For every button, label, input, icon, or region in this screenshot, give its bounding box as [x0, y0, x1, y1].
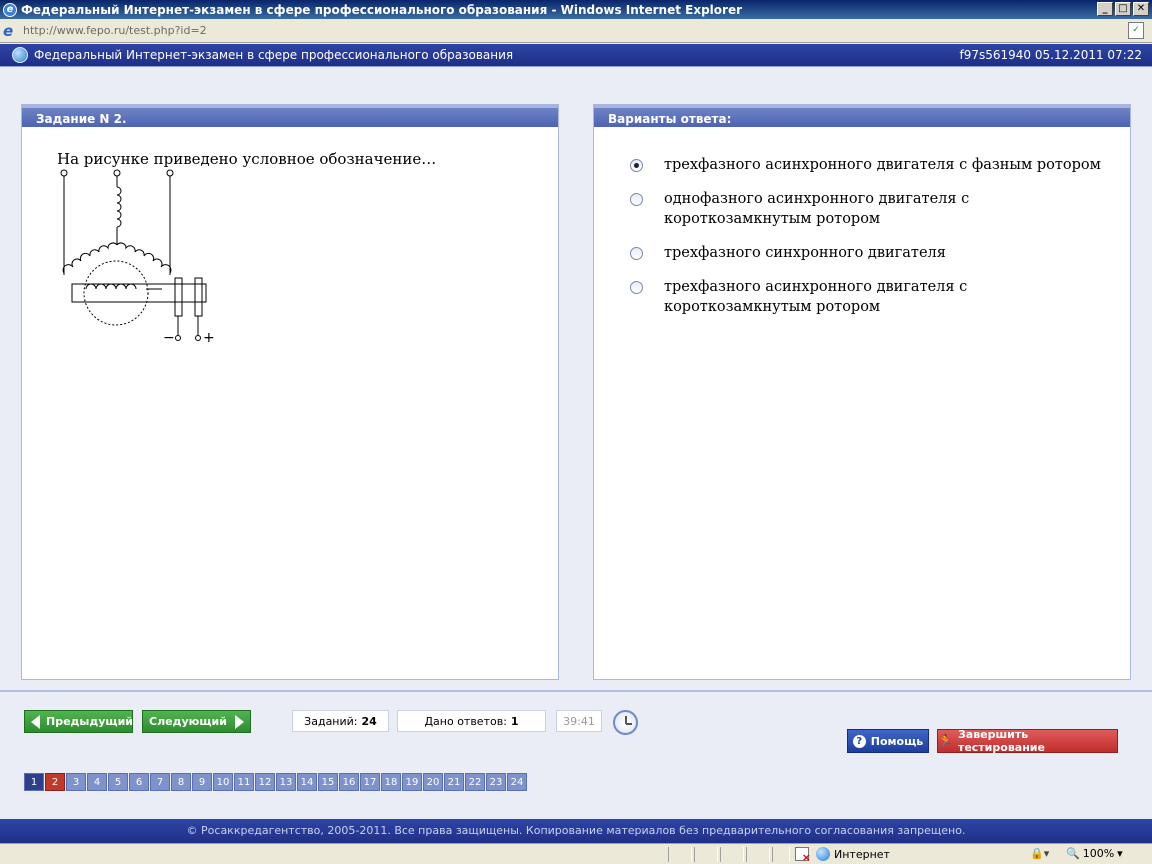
zoom-dropdown-icon: ▾ — [1117, 847, 1123, 860]
page-button[interactable]: 22 — [465, 773, 485, 791]
zoom-level: 100% — [1082, 847, 1115, 860]
status-bar: Интернет 🔒▾ 🔍 100% ▾ — [0, 843, 1152, 864]
window-titlebar: e Федеральный Интернет-экзамен в сфере п… — [0, 0, 1152, 19]
next-label: Следующий — [149, 715, 227, 728]
tasks-label: Заданий: — [304, 714, 358, 728]
page-button[interactable]: 14 — [297, 773, 317, 791]
help-button[interactable]: ? Помощь — [847, 729, 929, 753]
page-button[interactable]: 7 — [150, 773, 170, 791]
protected-mode-dropdown[interactable]: 🔒▾ — [1030, 847, 1049, 860]
site-title: Федеральный Интернет-экзамен в сфере про… — [34, 48, 514, 62]
page-button-current[interactable]: 2 — [45, 773, 65, 791]
finish-test-button[interactable]: 🏃 Завершить тестирование — [937, 728, 1118, 754]
tasks-value: 24 — [361, 714, 377, 728]
prev-button[interactable]: Предыдущий — [24, 710, 133, 733]
page-button[interactable]: 16 — [339, 773, 359, 791]
maximize-button[interactable]: □ — [1115, 2, 1131, 16]
page-button[interactable]: 17 — [360, 773, 380, 791]
answer-option-label: трехфазного асинхронного двигателя с фаз… — [664, 157, 1101, 173]
page-button[interactable]: 1 — [24, 773, 44, 791]
status-segment — [720, 847, 744, 862]
page-button[interactable]: 4 — [87, 773, 107, 791]
page-button[interactable]: 8 — [171, 773, 191, 791]
radio-icon[interactable] — [630, 247, 643, 260]
timer: 39:41 — [556, 710, 602, 732]
answers-given-label: Дано ответов: — [424, 714, 507, 728]
page-button[interactable]: 15 — [318, 773, 338, 791]
question-pager: 1 2 3 4 5 6 7 8 9 10 11 12 13 14 15 16 1… — [24, 773, 527, 791]
site-header: Федеральный Интернет-экзамен в сфере про… — [0, 44, 1152, 67]
copyright-footer: © Росаккредагентство, 2005-2011. Все пра… — [0, 819, 1152, 843]
page-button[interactable]: 9 — [192, 773, 212, 791]
page-button[interactable]: 24 — [507, 773, 527, 791]
status-segment — [668, 847, 692, 862]
close-button[interactable]: ✕ — [1133, 2, 1149, 16]
answer-options: трехфазного асинхронного двигателя с фаз… — [624, 155, 1104, 331]
radio-icon[interactable] — [630, 193, 643, 206]
zoom-control[interactable]: 🔍 100% ▾ — [1066, 847, 1123, 860]
status-segment — [746, 847, 770, 862]
task-panel: Задание N 2. На рисунке приведено условн… — [21, 104, 559, 680]
answers-panel: Варианты ответа: трехфазного асинхронног… — [593, 104, 1131, 680]
plus-label: + — [203, 330, 215, 346]
tasks-counter: Заданий: 24 — [292, 710, 389, 732]
help-label: Помощь — [870, 734, 924, 748]
question-icon: ? — [852, 734, 866, 748]
page-ie-icon: e — [3, 21, 14, 40]
radio-icon[interactable] — [630, 281, 643, 294]
session-info: f97s561940 05.12.2011 07:22 — [959, 48, 1142, 62]
page-button[interactable]: 21 — [444, 773, 464, 791]
popup-blocked-icon[interactable] — [795, 847, 811, 864]
page-button[interactable]: 11 — [234, 773, 254, 791]
answer-option-label: трехфазного асинхронного двигателя с кор… — [664, 279, 968, 315]
radio-selected-icon[interactable] — [630, 159, 643, 172]
page-button[interactable]: 12 — [255, 773, 275, 791]
security-zone[interactable]: Интернет — [816, 847, 890, 861]
arrow-right-icon — [235, 714, 244, 729]
address-url[interactable]: http://www.fepo.ru/test.php?id=2 — [23, 24, 207, 37]
internet-zone-icon — [816, 847, 830, 861]
finish-label: Завершить тестирование — [957, 728, 1045, 754]
running-man-icon: 🏃 — [938, 734, 953, 748]
task-heading: Задание N 2. — [22, 105, 558, 127]
answer-option-label: трехфазного синхронного двигателя — [664, 245, 946, 261]
page-button[interactable]: 3 — [66, 773, 86, 791]
answer-option-1[interactable]: трехфазного асинхронного двигателя с фаз… — [624, 155, 1104, 175]
ie-logo-icon: e — [3, 2, 17, 17]
status-segment — [694, 847, 718, 862]
zone-label: Интернет — [834, 847, 890, 861]
protected-mode-arrow: ▾ — [1043, 847, 1050, 860]
clock-icon — [613, 710, 638, 735]
minus-label: − — [163, 330, 175, 346]
motor-diagram — [60, 169, 207, 341]
answers-counter: Дано ответов: 1 — [397, 710, 546, 732]
answer-option-3[interactable]: трехфазного синхронного двигателя — [624, 243, 1104, 263]
page-button[interactable]: 19 — [402, 773, 422, 791]
answer-option-2[interactable]: однофазного асинхронного двигателя с кор… — [624, 189, 1104, 229]
next-button[interactable]: Следующий — [142, 710, 251, 733]
page-button[interactable]: 10 — [213, 773, 233, 791]
answer-option-label: однофазного асинхронного двигателя с кор… — [664, 191, 970, 227]
globe-icon — [12, 47, 28, 63]
page-button[interactable]: 18 — [381, 773, 401, 791]
window-title: Федеральный Интернет-экзамен в сфере про… — [21, 2, 743, 17]
page-button[interactable]: 20 — [423, 773, 443, 791]
page-button[interactable]: 5 — [108, 773, 128, 791]
prev-label: Предыдущий — [46, 715, 134, 728]
arrow-left-icon — [31, 714, 40, 729]
answers-heading: Варианты ответа: — [594, 105, 1130, 127]
answer-option-4[interactable]: трехфазного асинхронного двигателя с кор… — [624, 277, 1104, 317]
page-button[interactable]: 13 — [276, 773, 296, 791]
minimize-button[interactable]: _ — [1097, 2, 1113, 16]
page-button[interactable]: 6 — [129, 773, 149, 791]
window-controls: _ □ ✕ — [1097, 2, 1149, 16]
status-segment — [772, 847, 790, 862]
page-info-icon[interactable]: ✓ — [1128, 22, 1144, 39]
answers-given-value: 1 — [510, 714, 519, 728]
zoom-icon: 🔍 — [1066, 847, 1080, 860]
address-bar[interactable]: e http://www.fepo.ru/test.php?id=2 ✓ — [0, 19, 1152, 43]
page-button[interactable]: 23 — [486, 773, 506, 791]
